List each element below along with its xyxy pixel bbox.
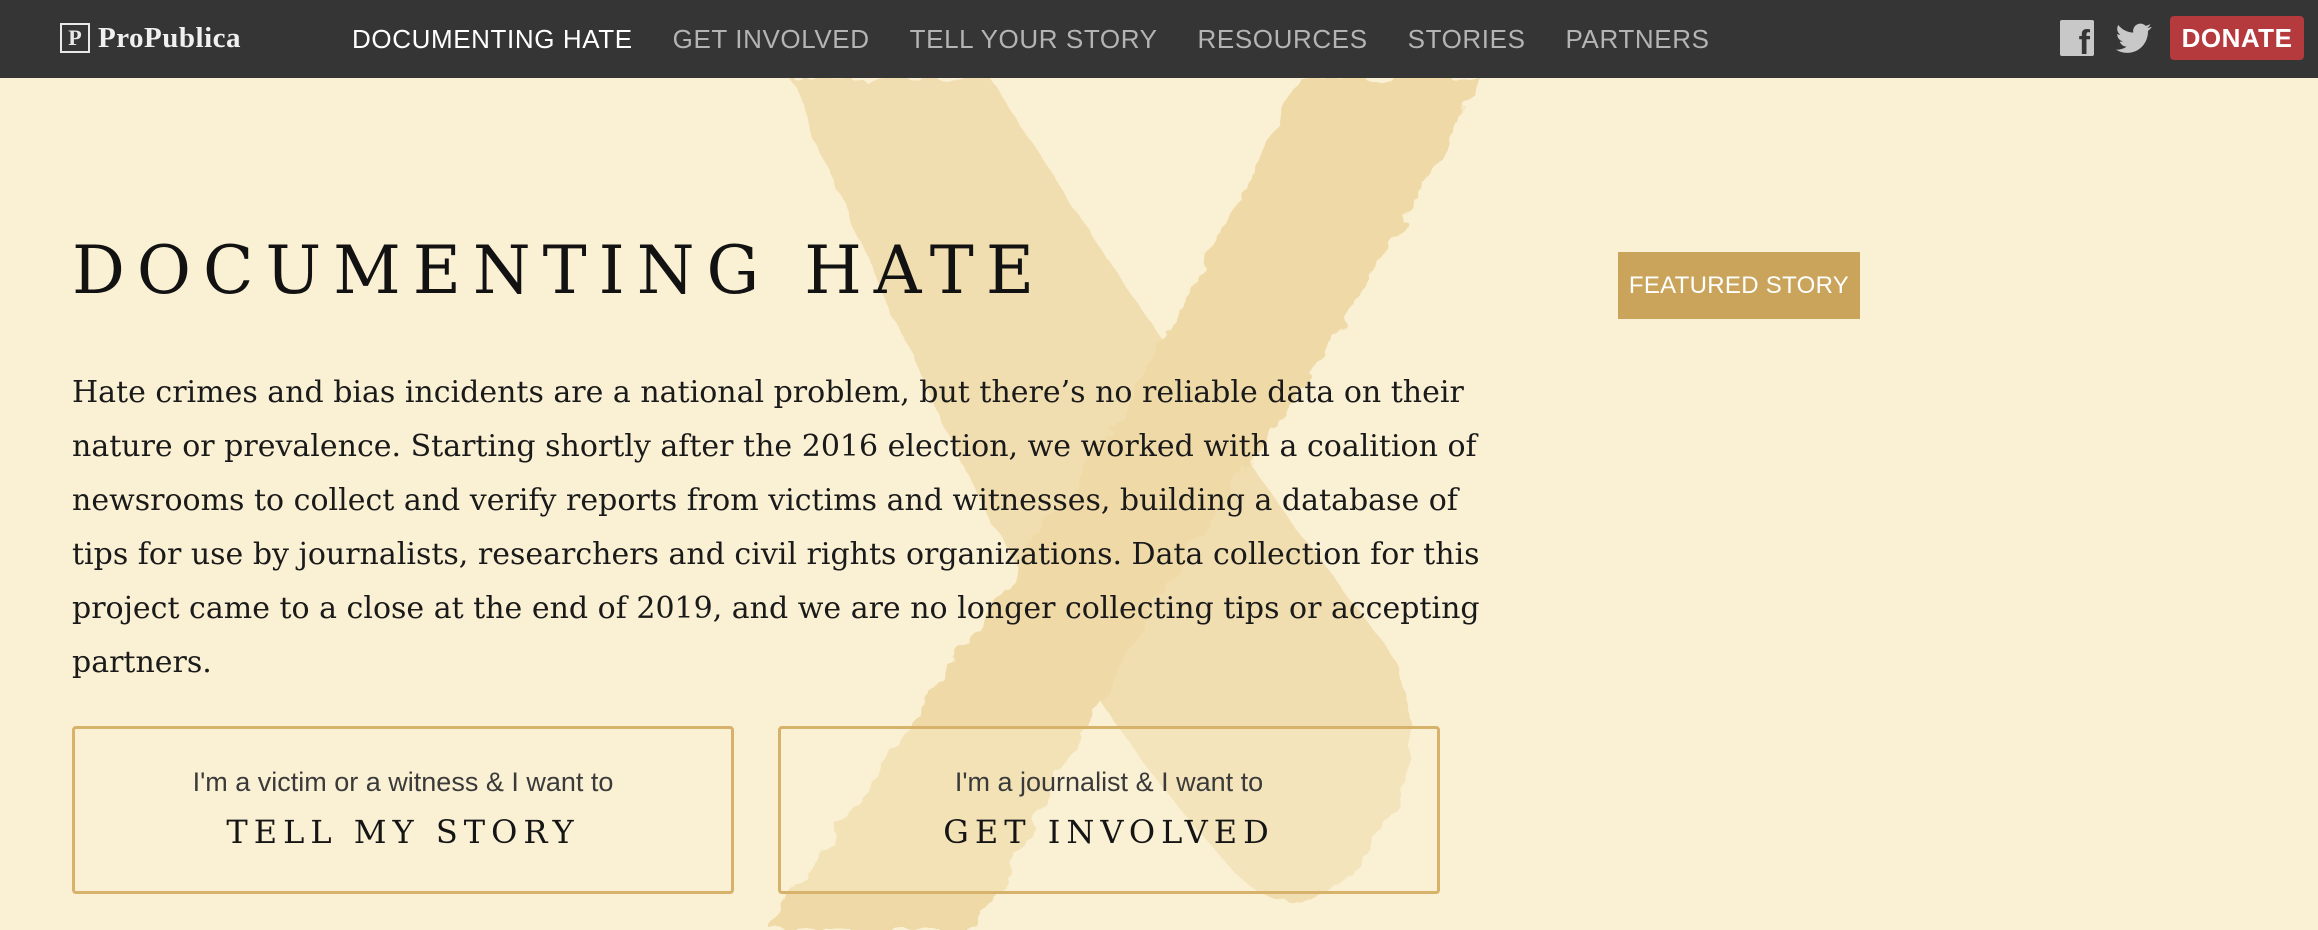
nav-item-resources[interactable]: RESOURCES	[1198, 24, 1368, 55]
tell-my-story-button[interactable]: I'm a victim or a witness & I want to TE…	[72, 726, 734, 894]
propublica-logo-mark: P	[60, 23, 90, 53]
propublica-logo-text: ProPublica	[98, 21, 242, 54]
get-involved-subtitle: I'm a journalist & I want to	[954, 767, 1264, 797]
get-involved-button[interactable]: I'm a journalist & I want to GET INVOLVE…	[778, 726, 1440, 894]
tell-my-story-subtitle: I'm a victim or a witness & I want to	[192, 767, 614, 797]
nav-item-get-involved[interactable]: GET INVOLVED	[673, 24, 870, 55]
tell-my-story-label: TELL MY STORY	[226, 813, 580, 851]
facebook-icon[interactable]: f	[2060, 20, 2094, 60]
intro-paragraph: Hate crimes and bias incidents are a nat…	[72, 375, 1480, 680]
top-nav-bar: P ProPublica DOCUMENTING HATE GET INVOLV…	[0, 0, 2318, 78]
nav-item-partners[interactable]: PARTNERS	[1566, 24, 1710, 55]
featured-story-button[interactable]: FEATURED STORY	[1618, 252, 1860, 319]
propublica-logo[interactable]: P ProPublica	[60, 20, 241, 56]
get-involved-label: GET INVOLVED	[943, 813, 1275, 851]
main-nav: DOCUMENTING HATE GET INVOLVED TELL YOUR …	[352, 0, 1750, 78]
donate-button[interactable]: DONATE	[2170, 16, 2304, 60]
page-title: DOCUMENTING HATE	[72, 232, 1047, 309]
nav-item-tell-your-story[interactable]: TELL YOUR STORY	[910, 24, 1158, 55]
twitter-icon[interactable]	[2114, 20, 2154, 56]
nav-item-stories[interactable]: STORIES	[1408, 24, 1526, 55]
nav-item-documenting-hate[interactable]: DOCUMENTING HATE	[352, 24, 633, 55]
